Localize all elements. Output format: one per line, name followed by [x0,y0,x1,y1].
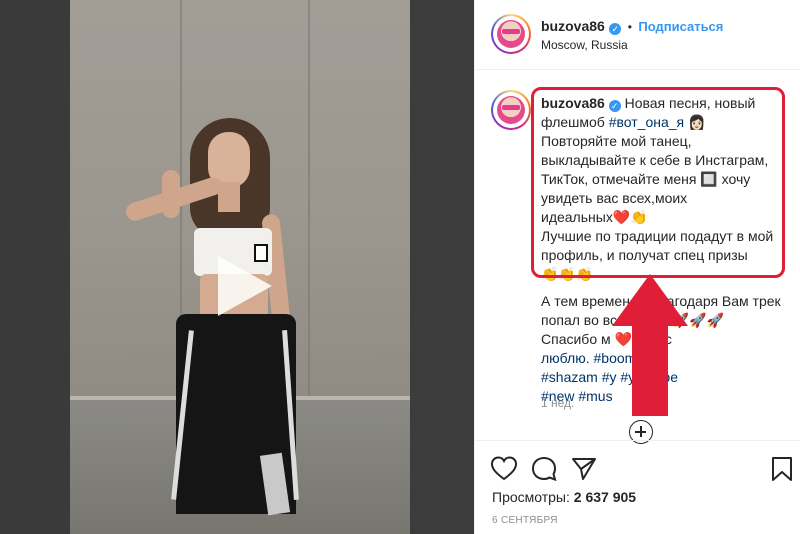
wall-seam [308,0,310,410]
play-icon[interactable] [208,252,276,320]
heart-icon[interactable] [491,456,517,482]
comment-icon[interactable] [531,456,557,482]
modal-backdrop-left[interactable] [0,0,70,534]
comment-time[interactable]: 1 нед. [541,396,574,410]
modal-backdrop-right[interactable] [410,0,474,534]
plus-bar [640,426,642,437]
actions-divider [475,440,800,441]
avatar-glasses [502,105,520,110]
follow-button[interactable]: Подписаться [638,19,723,34]
verified-badge-icon: ✓ [609,23,622,35]
post-header: buzova86 ✓ • Подписаться Moscow, Russia [475,0,800,70]
avatar-photo [497,96,525,124]
views-count[interactable]: Просмотры: 2 637 905 [492,489,636,505]
avatar[interactable] [491,14,531,54]
avatar-ring-inner [493,92,529,128]
post-date[interactable]: 6 СЕНТЯБРЯ [492,515,558,526]
bookmark-icon[interactable] [771,456,793,482]
separator-dot: • [627,20,632,34]
dancer-hand-left [162,170,180,218]
arrow-up-icon [612,274,688,416]
avatar-glasses [502,29,520,34]
views-number: 2 637 905 [573,489,637,505]
avatar-ring-inner [493,16,529,52]
share-icon[interactable] [571,456,597,482]
views-label: Просмотры: [492,489,570,505]
annotation-highlight-box [531,87,785,278]
avatar-photo [497,20,525,48]
location-link[interactable]: Moscow, Russia [541,38,628,52]
caption-avatar[interactable] [491,90,531,130]
username-link[interactable]: buzova86 [541,18,605,34]
header-title-row: buzova86 ✓ • Подписаться [541,18,723,36]
post-video[interactable] [70,0,410,534]
